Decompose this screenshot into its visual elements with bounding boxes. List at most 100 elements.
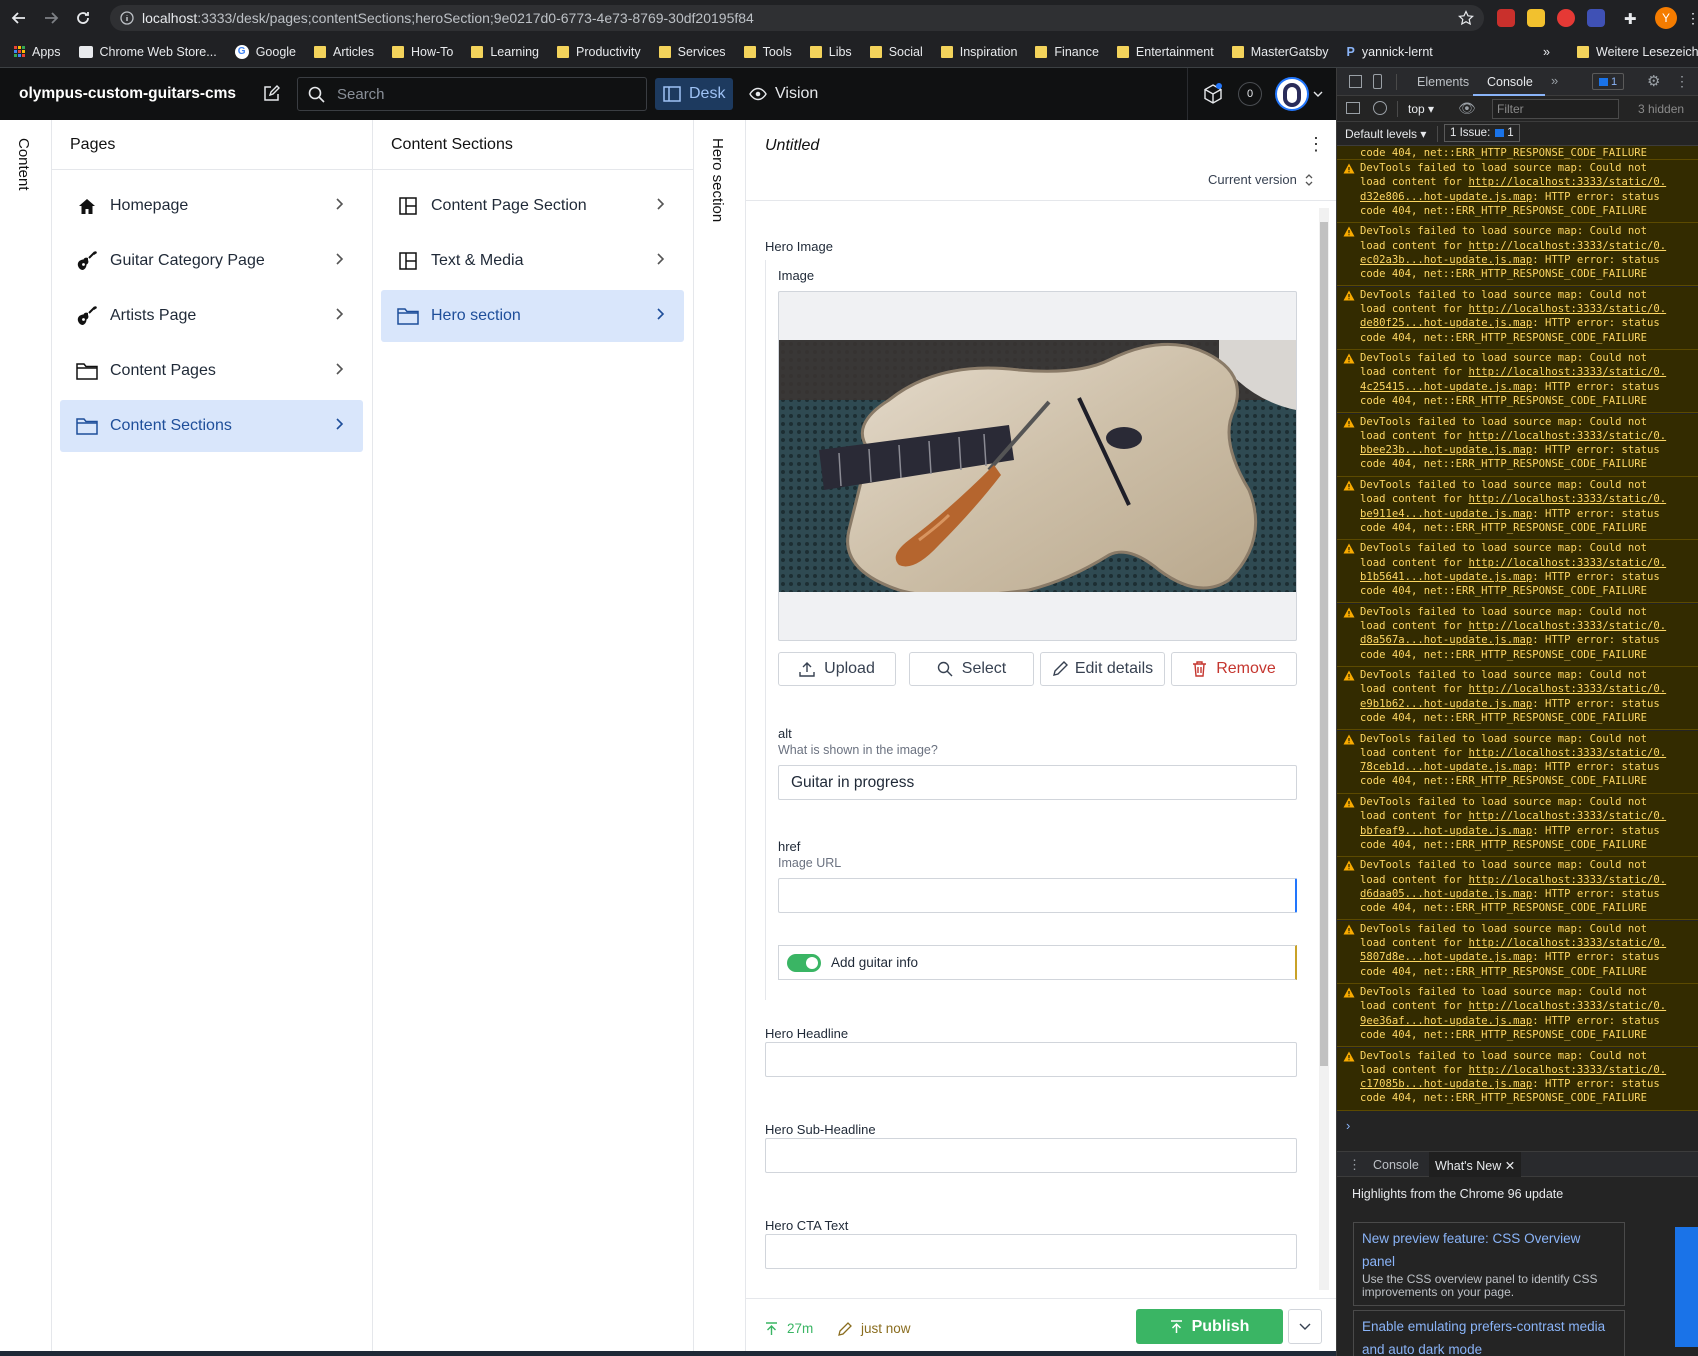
puzzle-icon[interactable]: ✚	[1624, 10, 1637, 28]
bookmark-yannick[interactable]: Pyannick-lernt	[1347, 45, 1433, 59]
clear-console-icon[interactable]	[1373, 101, 1387, 115]
bookmark-folder[interactable]: How-To	[391, 45, 453, 59]
inspect-icon[interactable]	[1349, 75, 1362, 88]
more-tabs-icon[interactable]: »	[1551, 73, 1558, 88]
hero-subheadline-input[interactable]	[765, 1138, 1297, 1173]
add-guitar-info-toggle-row[interactable]: Add guitar info	[778, 945, 1297, 980]
console-filter-input[interactable]: Filter	[1492, 99, 1619, 119]
bookmark-google[interactable]: G Google	[234, 44, 296, 59]
console-warning-message[interactable]: DevTools failed to load source map: Coul…	[1337, 477, 1698, 540]
source-map-link[interactable]: http://localhost:3333/static/0.	[1468, 240, 1666, 252]
pages-item-homepage[interactable]: Homepage	[60, 180, 363, 232]
console-warning-message[interactable]: DevTools failed to load source map: Coul…	[1337, 350, 1698, 414]
console-warning-message[interactable]: DevTools failed to load source map: Coul…	[1337, 730, 1698, 794]
whats-new-card[interactable]: New preview feature: CSS Overview panel …	[1353, 1222, 1625, 1306]
console-warning-message[interactable]: DevTools failed to load source map: Coul…	[1337, 223, 1698, 287]
console-warning-message[interactable]: DevTools failed to load source map: Coul…	[1337, 286, 1698, 350]
whats-new-card[interactable]: Enable emulating prefers-contrast media …	[1353, 1310, 1625, 1356]
tool-vision[interactable]: Vision	[741, 78, 826, 110]
pages-item-artists[interactable]: Artists Page	[60, 290, 363, 342]
console-warning-message[interactable]: DevTools failed to load source map: Coul…	[1337, 1047, 1698, 1111]
source-map-link[interactable]: http://localhost:3333/static/0.	[1468, 176, 1666, 188]
address-bar[interactable]: localhost:3333/desk/pages;contentSection…	[110, 5, 1484, 31]
source-map-link[interactable]: http://localhost:3333/static/0.	[1468, 366, 1666, 378]
sections-item-text-media[interactable]: Text & Media	[381, 235, 684, 287]
extension-icon[interactable]	[1587, 9, 1605, 27]
menu-icon[interactable]: ⋮	[1686, 10, 1698, 27]
toggle-switch[interactable]	[787, 953, 821, 972]
edited-status[interactable]: just now	[838, 1321, 911, 1336]
devtools-menu-icon[interactable]: ⋮	[1675, 73, 1689, 90]
forward-icon[interactable]	[38, 5, 64, 31]
source-map-link[interactable]: http://localhost:3333/static/0.	[1468, 937, 1666, 949]
edit-details-button[interactable]: Edit details	[1040, 652, 1165, 686]
bookmark-folder[interactable]: Tools	[743, 45, 792, 59]
search-input[interactable]: Search	[297, 77, 647, 111]
issues-link[interactable]: 1 Issue: 1	[1444, 124, 1520, 142]
drawer-menu-icon[interactable]: ⋮	[1348, 1157, 1361, 1173]
source-map-link[interactable]: http://localhost:3333/static/0.	[1468, 683, 1666, 695]
version-selector[interactable]: Current version	[1208, 172, 1314, 187]
alt-input[interactable]: Guitar in progress	[778, 765, 1297, 800]
image-preview[interactable]	[778, 291, 1297, 641]
source-map-link[interactable]: http://localhost:3333/static/0.	[1468, 747, 1666, 759]
profile-avatar[interactable]: Y	[1655, 7, 1677, 29]
compose-icon[interactable]	[262, 85, 280, 103]
console-warning-message[interactable]: DevTools failed to load source map: Coul…	[1337, 603, 1698, 667]
context-selector[interactable]: top ▾	[1408, 102, 1434, 116]
hero-section-collapsed-pane[interactable]: Hero section	[694, 120, 746, 1356]
pages-item-content-pages[interactable]: Content Pages	[60, 345, 363, 397]
console-warning-message[interactable]: DevTools failed to load source map: Coul…	[1337, 857, 1698, 921]
live-expression-icon[interactable]: 👁	[1458, 100, 1476, 117]
console-warning-message[interactable]: DevTools failed to load source map: Coul…	[1337, 984, 1698, 1048]
bookmark-folder[interactable]: Productivity	[557, 45, 641, 59]
upload-button[interactable]: Upload	[778, 652, 896, 686]
chevron-down-icon[interactable]	[1313, 90, 1323, 98]
bookmark-chrome-web-store[interactable]: Chrome Web Store...	[78, 45, 217, 59]
extension-icon[interactable]	[1557, 9, 1575, 27]
extension-icon[interactable]	[1527, 9, 1545, 27]
rail-label-content[interactable]: Content	[15, 138, 32, 191]
ublock-icon[interactable]	[1497, 9, 1515, 27]
console-warning-message[interactable]: DevTools failed to load source map: Coul…	[1337, 920, 1698, 984]
source-map-link[interactable]: http://localhost:3333/static/0.	[1468, 1064, 1666, 1076]
bookmark-folder[interactable]: Social	[869, 45, 923, 59]
pages-item-content-sections[interactable]: Content Sections	[60, 400, 363, 452]
source-map-link[interactable]: http://localhost:3333/static/0.	[1468, 557, 1666, 569]
project-name[interactable]: olympus-custom-guitars-cms	[19, 85, 236, 103]
document-menu-icon[interactable]: ⋮	[1307, 134, 1325, 155]
source-map-link[interactable]: http://localhost:3333/static/0.	[1468, 810, 1666, 822]
hero-headline-input[interactable]	[765, 1042, 1297, 1077]
remove-button[interactable]: Remove	[1171, 652, 1297, 686]
star-icon[interactable]	[1458, 10, 1474, 26]
bookmark-folder[interactable]: Finance	[1035, 45, 1099, 59]
card-title[interactable]: New preview feature: CSS Overview panel	[1362, 1227, 1616, 1273]
package-icon[interactable]	[1203, 83, 1223, 105]
info-icon[interactable]	[120, 11, 134, 25]
console-prompt[interactable]: ›	[1346, 1118, 1350, 1133]
console-warning-message[interactable]: DevTools failed to load source map: Coul…	[1337, 794, 1698, 857]
editor-scrollbar[interactable]	[1319, 208, 1329, 1290]
settings-icon[interactable]: ⚙	[1647, 72, 1660, 90]
device-icon[interactable]	[1373, 74, 1382, 89]
bookmark-folder[interactable]: MasterGatsby	[1231, 45, 1329, 59]
select-button[interactable]: Select	[909, 652, 1034, 686]
bookmark-apps[interactable]: Apps	[14, 45, 61, 59]
console-warning-message[interactable]: DevTools failed to load source map: Coul…	[1337, 540, 1698, 604]
source-map-link[interactable]: http://localhost:3333/static/0.	[1468, 303, 1666, 315]
user-avatar[interactable]	[1275, 77, 1309, 111]
bookmark-folder[interactable]: Libs	[809, 45, 852, 59]
bookmark-folder[interactable]: Articles	[314, 45, 374, 59]
console-warning-message[interactable]: DevTools failed to load source map: Coul…	[1337, 160, 1698, 223]
publish-menu-button[interactable]	[1288, 1309, 1322, 1344]
source-map-link[interactable]: http://localhost:3333/static/0.	[1468, 874, 1666, 886]
source-map-link[interactable]: http://localhost:3333/static/0.	[1468, 493, 1666, 505]
source-map-link[interactable]: http://localhost:3333/static/0.	[1468, 620, 1666, 632]
sidebar-toggle-icon[interactable]	[1346, 102, 1360, 114]
sections-item-content-page-section[interactable]: Content Page Section	[381, 180, 684, 232]
drawer-tab-console[interactable]: Console	[1373, 1158, 1419, 1172]
reload-icon[interactable]	[70, 5, 96, 31]
bookmark-folder[interactable]: Entertainment	[1116, 45, 1214, 59]
console-warning-message[interactable]: DevTools failed to load source map: Coul…	[1337, 667, 1698, 731]
drawer-tab-whats-new[interactable]: What's New ✕	[1429, 1152, 1522, 1177]
